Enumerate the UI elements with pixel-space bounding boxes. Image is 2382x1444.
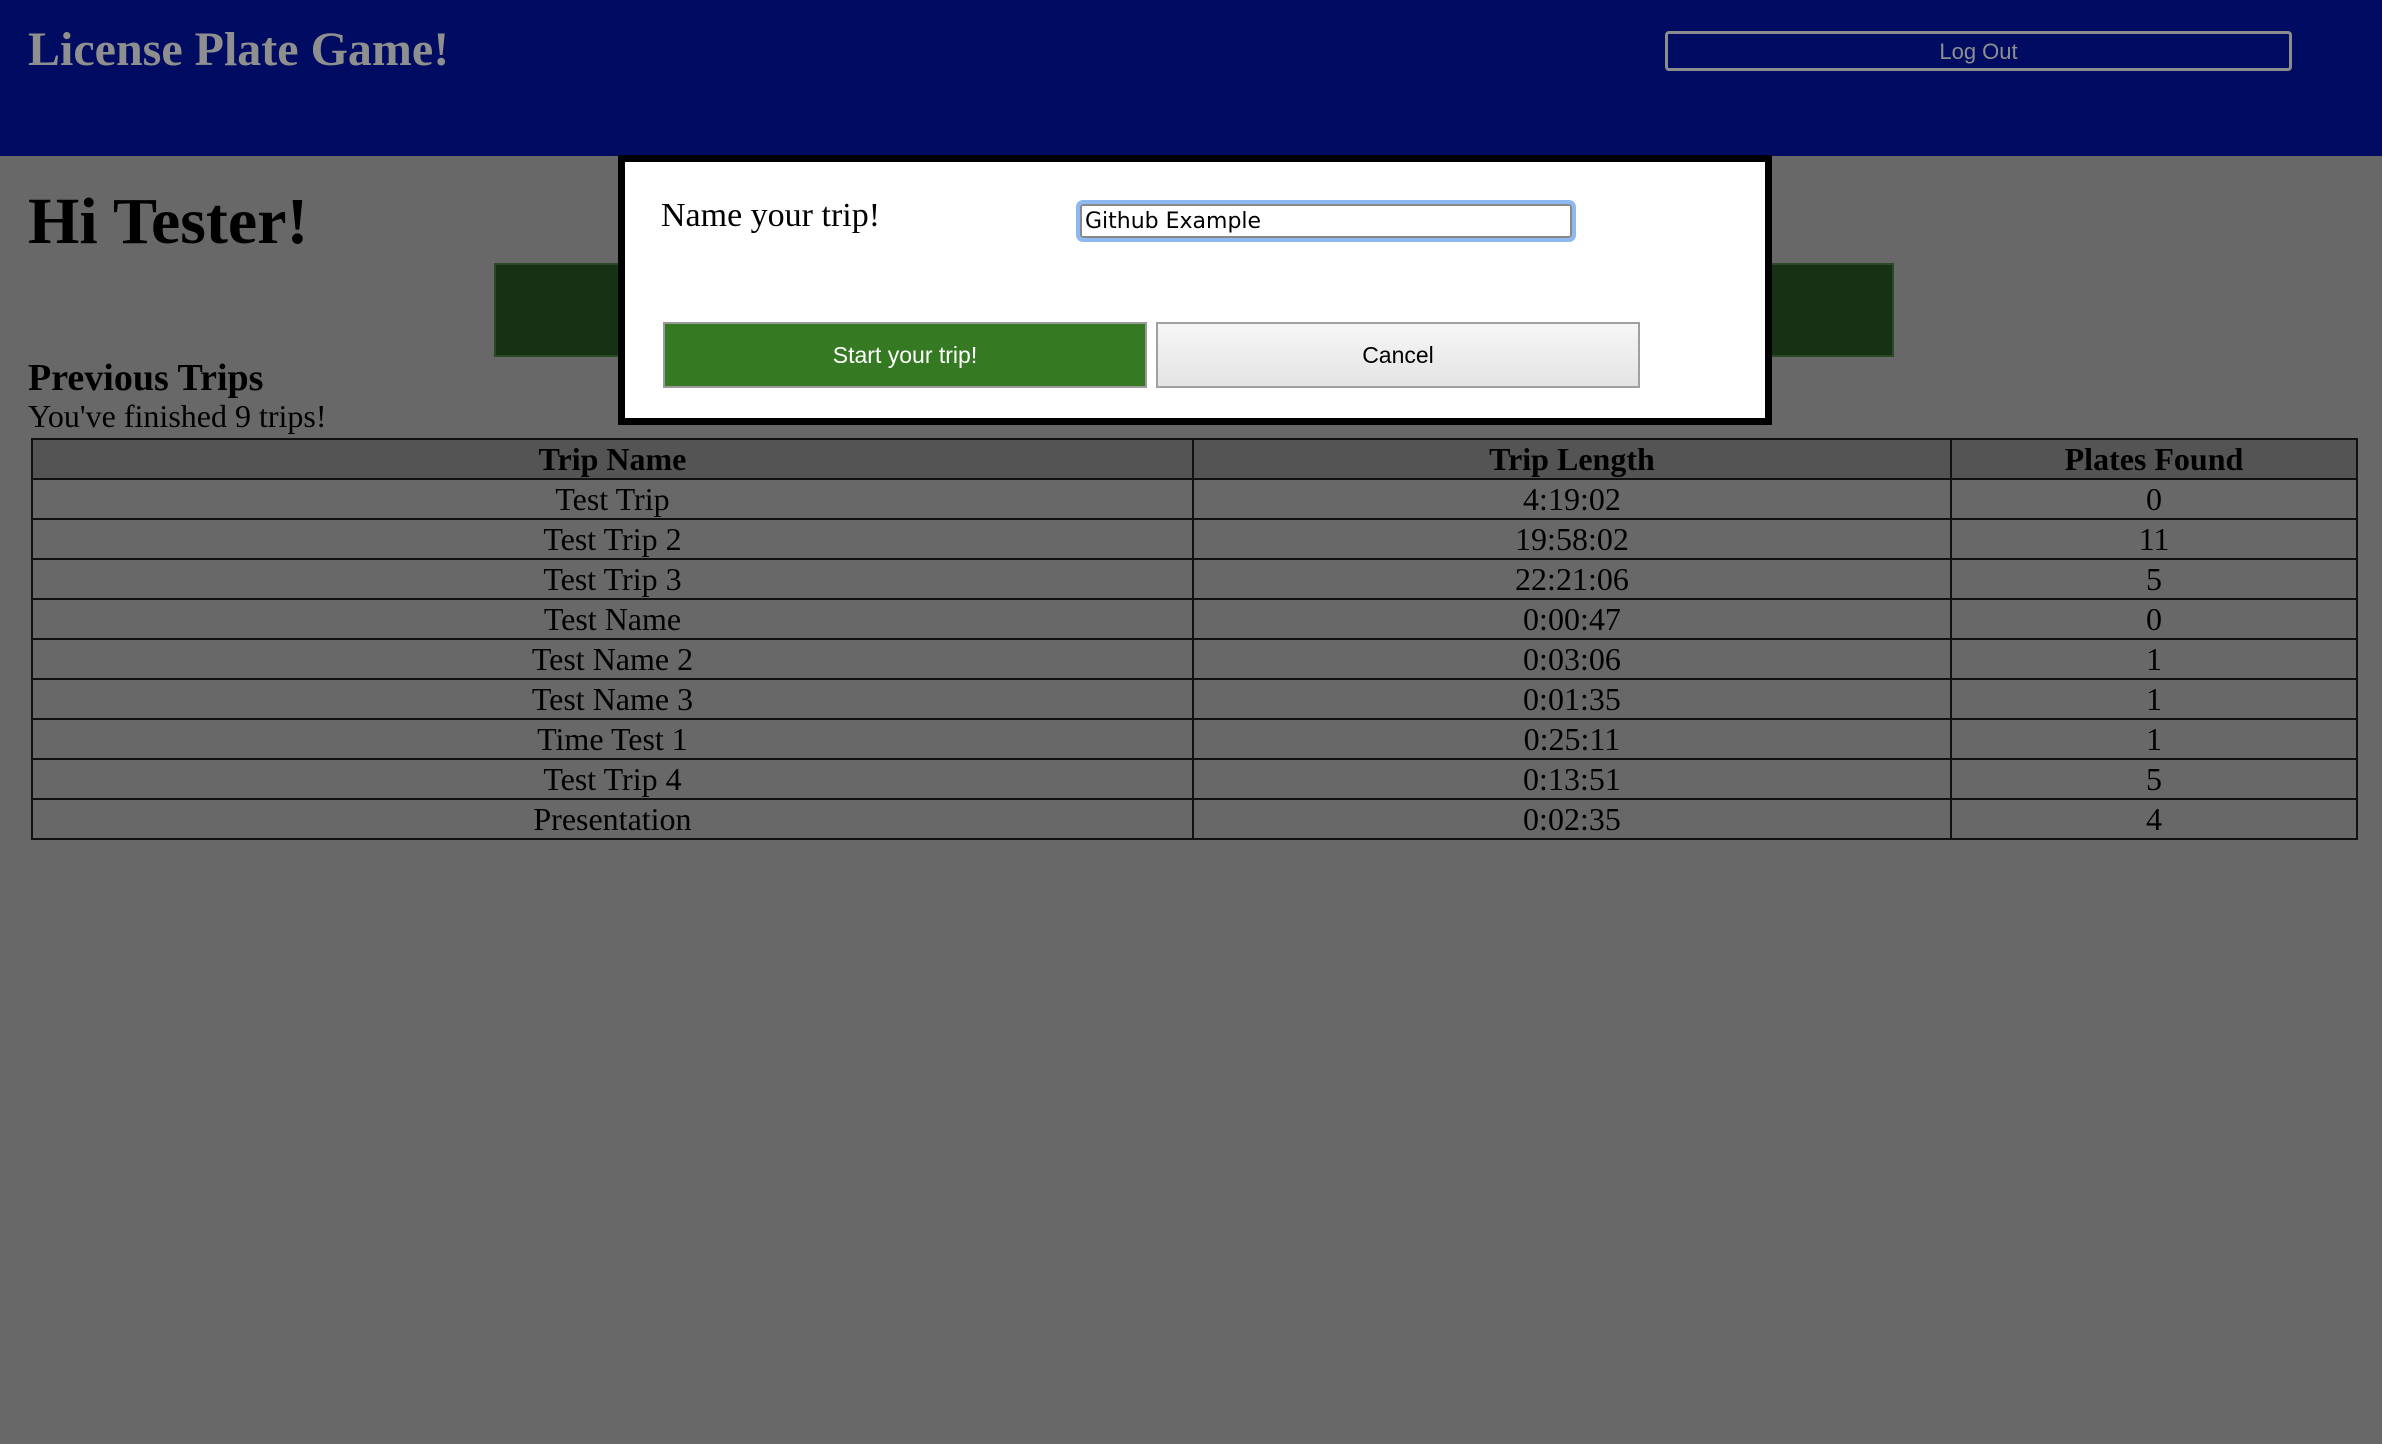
cell-plates-found: 0 (1949, 478, 2359, 520)
cell-trip-length: 19:58:02 (1191, 518, 1952, 560)
cell-plates-found: 5 (1949, 758, 2359, 800)
cell-trip-name: Presentation (31, 798, 1194, 840)
cell-plates-found: 0 (1949, 598, 2359, 640)
cell-trip-name: Time Test 1 (31, 718, 1194, 760)
cell-trip-name: Test Trip (31, 478, 1194, 520)
table-header-row: Trip Name Trip Length Plates Found (31, 438, 2359, 480)
start-trip-button[interactable]: Start your trip! (663, 322, 1147, 388)
cell-plates-found: 4 (1949, 798, 2359, 840)
cell-trip-length: 0:00:47 (1191, 598, 1952, 640)
cell-plates-found: 1 (1949, 638, 2359, 680)
trip-name-label: Name your trip! (661, 197, 881, 234)
cell-trip-name: Test Name (31, 598, 1194, 640)
cell-trip-length: 0:03:06 (1191, 638, 1952, 680)
cell-trip-length: 22:21:06 (1191, 558, 1952, 600)
table-row: Test Trip 3 22:21:06 5 (31, 558, 2359, 600)
header-plates-found: Plates Found (1949, 438, 2359, 480)
table-row: Time Test 1 0:25:11 1 (31, 718, 2359, 760)
table-row: Test Trip 2 19:58:02 11 (31, 518, 2359, 560)
table-row: Test Trip 4:19:02 0 (31, 478, 2359, 520)
app-header: License Plate Game! Log Out (0, 0, 2382, 156)
cell-plates-found: 11 (1949, 518, 2359, 560)
table-row: Test Name 2 0:03:06 1 (31, 638, 2359, 680)
table-row: Test Name 0:00:47 0 (31, 598, 2359, 640)
trip-name-input[interactable] (1076, 200, 1576, 242)
cancel-button[interactable]: Cancel (1156, 322, 1640, 388)
cell-plates-found: 5 (1949, 558, 2359, 600)
cell-trip-name: Test Name 2 (31, 638, 1194, 680)
cell-trip-length: 4:19:02 (1191, 478, 1952, 520)
cell-trip-name: Test Trip 4 (31, 758, 1194, 800)
cell-trip-name: Test Name 3 (31, 678, 1194, 720)
app-title: License Plate Game! (28, 23, 450, 76)
cell-trip-length: 0:25:11 (1191, 718, 1952, 760)
cell-trip-length: 0:02:35 (1191, 798, 1952, 840)
name-trip-modal: Name your trip! Start your trip! Cancel (618, 155, 1772, 425)
cell-trip-name: Test Trip 3 (31, 558, 1194, 600)
header-trip-length: Trip Length (1191, 438, 1952, 480)
cell-plates-found: 1 (1949, 718, 2359, 760)
trip-count-text: You've finished 9 trips! (28, 398, 327, 434)
logout-button[interactable]: Log Out (1665, 31, 2292, 71)
trips-table: Trip Name Trip Length Plates Found Test … (31, 438, 2359, 840)
table-row: Presentation 0:02:35 4 (31, 798, 2359, 840)
cell-plates-found: 1 (1949, 678, 2359, 720)
table-row: Test Name 3 0:01:35 1 (31, 678, 2359, 720)
greeting-heading: Hi Tester! (28, 185, 309, 258)
header-trip-name: Trip Name (31, 438, 1194, 480)
previous-trips-heading: Previous Trips (28, 357, 264, 399)
cell-trip-length: 0:01:35 (1191, 678, 1952, 720)
cell-trip-length: 0:13:51 (1191, 758, 1952, 800)
table-row: Test Trip 4 0:13:51 5 (31, 758, 2359, 800)
cell-trip-name: Test Trip 2 (31, 518, 1194, 560)
